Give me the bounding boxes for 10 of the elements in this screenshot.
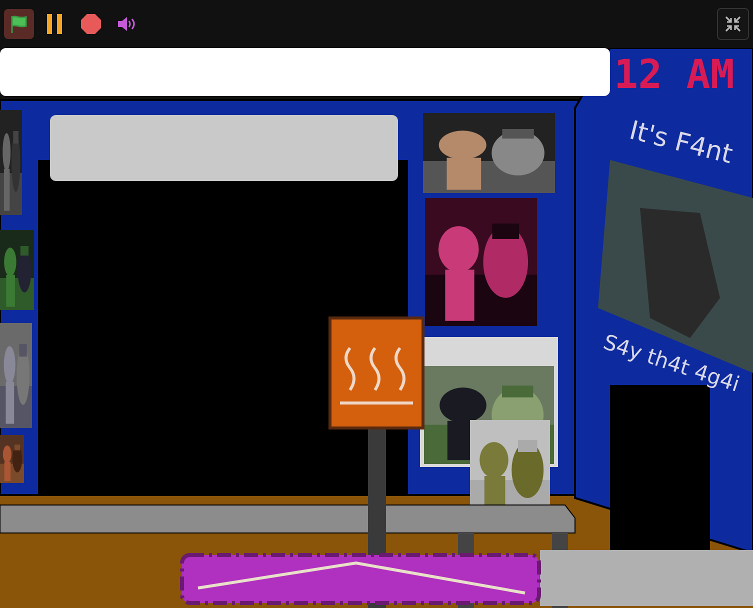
clock-text: 12 AM xyxy=(614,52,734,98)
exit-fullscreen-icon xyxy=(725,16,741,32)
flag-icon xyxy=(9,14,29,34)
pause-icon xyxy=(45,13,65,35)
wall-sign-text: It's F4nt xyxy=(626,116,736,170)
flag-button[interactable] xyxy=(4,9,34,39)
wall-sign-text: S4y th4t 4g4i xyxy=(600,330,742,396)
stop-icon xyxy=(80,13,102,35)
exit-fullscreen-button[interactable] xyxy=(717,8,749,40)
speaker-icon xyxy=(117,16,137,32)
